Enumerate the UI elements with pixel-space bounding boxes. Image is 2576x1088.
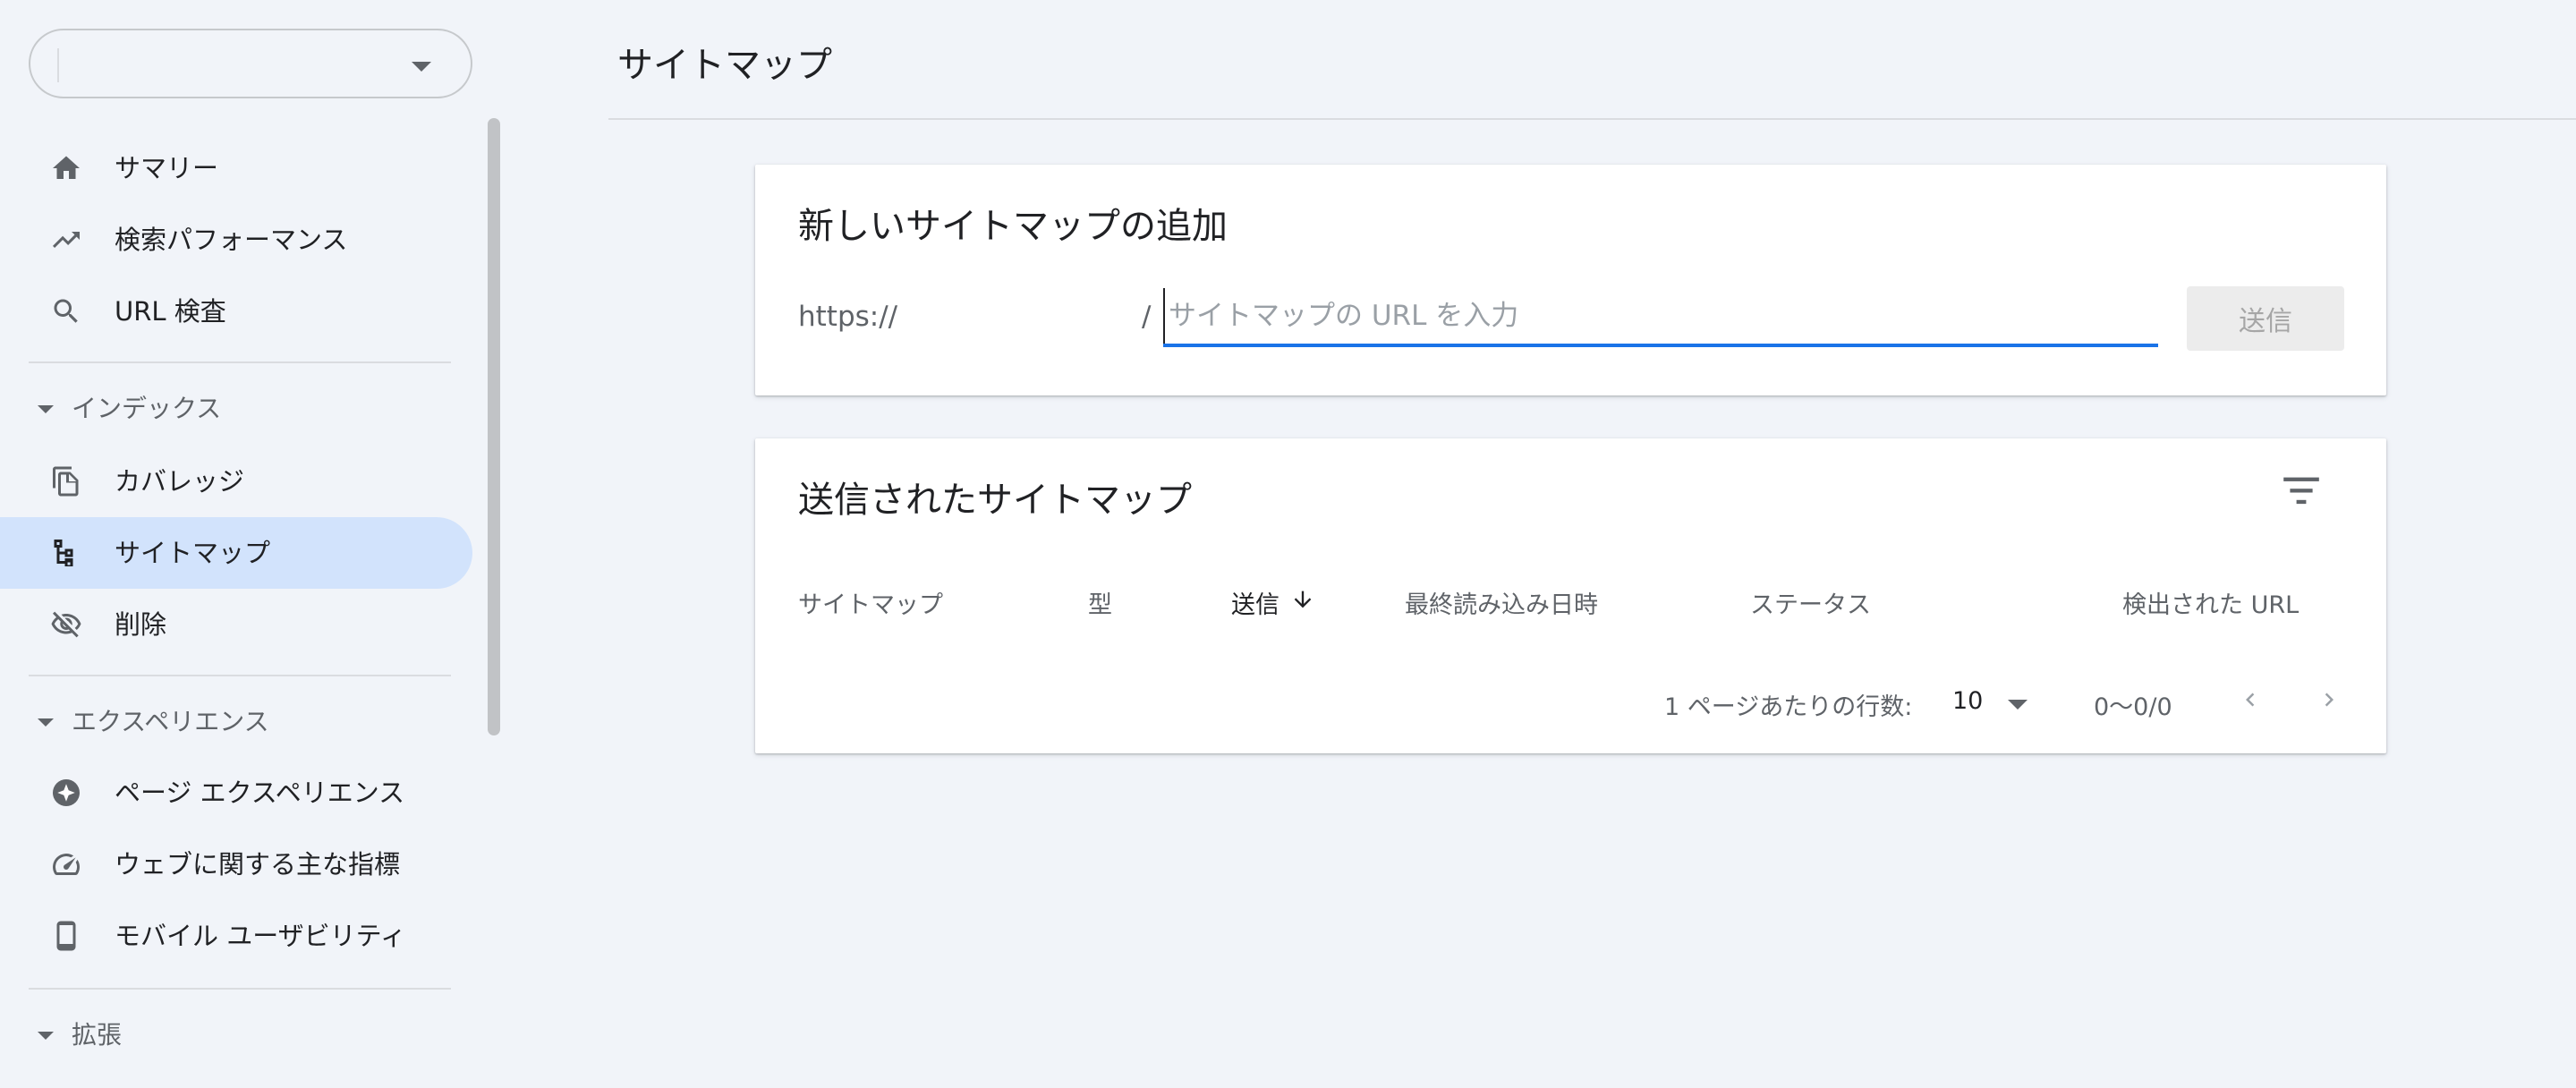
sitemap-icon bbox=[54, 540, 73, 566]
submitted-sitemaps-title: 送信されたサイトマップ bbox=[798, 480, 1192, 521]
add-sitemap-title: 新しいサイトマップの追加 bbox=[798, 206, 1228, 247]
sidebar-item-url-inspection[interactable]: URL 検査 bbox=[0, 276, 472, 347]
sidebar-item-summary[interactable]: サマリー bbox=[0, 132, 472, 204]
visibility-off-icon bbox=[51, 611, 81, 638]
column-header-sitemap[interactable]: サイトマップ bbox=[798, 585, 943, 620]
property-selector-value bbox=[57, 48, 59, 82]
arrow-down-icon[interactable] bbox=[1290, 585, 1315, 614]
section-label: インデックス bbox=[72, 394, 222, 423]
url-prefix: https:// bbox=[798, 301, 898, 333]
sidebar-item-label: サマリー bbox=[115, 153, 219, 183]
section-label: 拡張 bbox=[72, 1020, 123, 1050]
header-divider bbox=[608, 118, 2576, 120]
trending-up-icon bbox=[53, 232, 80, 248]
sidebar-item-label: 検索パフォーマンス bbox=[115, 225, 348, 255]
sidebar-item-performance[interactable]: 検索パフォーマンス bbox=[0, 204, 472, 276]
sidebar-divider bbox=[29, 361, 451, 363]
page-title: サイトマップ bbox=[617, 45, 832, 86]
column-header-last-read[interactable]: 最終読み込み日時 bbox=[1405, 585, 1598, 620]
sidebar-divider bbox=[29, 675, 451, 676]
sidebar-item-label: カバレッジ bbox=[115, 466, 245, 497]
chevron-down-icon[interactable] bbox=[2008, 700, 2028, 710]
sidebar-item-coverage[interactable]: カバレッジ bbox=[0, 446, 472, 517]
sitemap-url-input[interactable] bbox=[1163, 288, 2158, 344]
sidebar-item-label: URL 検査 bbox=[115, 296, 226, 327]
copy-pages-icon bbox=[53, 466, 79, 497]
collapse-triangle-icon bbox=[38, 1032, 54, 1040]
sidebar-item-label: サイトマップ bbox=[115, 538, 271, 568]
home-icon bbox=[53, 156, 80, 179]
collapse-triangle-icon bbox=[38, 718, 54, 727]
speed-gauge-icon bbox=[53, 854, 80, 875]
sidebar-item-label: ウェブに関する主な指標 bbox=[115, 849, 401, 880]
url-slash: / bbox=[1142, 301, 1152, 333]
sidebar-item-label: 削除 bbox=[115, 609, 167, 640]
filter-icon[interactable] bbox=[2282, 474, 2321, 506]
smartphone-icon bbox=[56, 921, 76, 951]
column-header-status[interactable]: ステータス bbox=[1750, 585, 1871, 620]
column-header-type[interactable]: 型 bbox=[1088, 585, 1112, 620]
sitemap-url-field bbox=[1163, 288, 2158, 347]
chevron-down-icon bbox=[412, 62, 431, 72]
sidebar-item-removals[interactable]: 削除 bbox=[0, 589, 472, 660]
sidebar-item-page-experience[interactable]: ページ エクスペリエンス bbox=[0, 757, 472, 829]
search-icon bbox=[54, 299, 78, 323]
sidebar-section-experience[interactable]: エクスペリエンス bbox=[0, 691, 472, 753]
column-header-submitted[interactable]: 送信 bbox=[1231, 585, 1279, 620]
submit-button[interactable]: 送信 bbox=[2187, 286, 2344, 351]
column-header-discovered-urls[interactable]: 検出された URL bbox=[2122, 585, 2299, 620]
sidebar-scrollbar[interactable] bbox=[488, 118, 500, 735]
chevron-left-icon[interactable] bbox=[2237, 684, 2264, 716]
sidebar-section-index[interactable]: インデックス bbox=[0, 378, 472, 440]
rows-per-page-select[interactable]: 10 bbox=[1952, 687, 1983, 715]
sidebar-item-label: ページ エクスペリエンス bbox=[115, 778, 405, 808]
collapse-triangle-icon bbox=[38, 405, 54, 413]
sidebar: サマリー 検索パフォーマンス URL 検査 インデックス カバレッジ サイトマッ… bbox=[0, 0, 501, 1088]
submitted-sitemaps-card: 送信されたサイトマップ サイトマップ 型 送信 最終読み込み日時 ステータス 検… bbox=[755, 438, 2386, 753]
sidebar-item-label: モバイル ユーザビリティ bbox=[115, 921, 406, 951]
rows-per-page-label: 1 ページあたりの行数: bbox=[1664, 693, 1913, 721]
add-sitemap-card: 新しいサイトマップの追加 https:// / 送信 bbox=[755, 165, 2386, 395]
page-experience-icon bbox=[53, 779, 80, 806]
sidebar-section-enhancements[interactable]: 拡張 bbox=[0, 1004, 472, 1067]
property-selector[interactable] bbox=[29, 29, 472, 98]
section-label: エクスペリエンス bbox=[72, 707, 269, 736]
sidebar-item-core-web-vitals[interactable]: ウェブに関する主な指標 bbox=[0, 829, 472, 900]
sidebar-item-mobile-usability[interactable]: モバイル ユーザビリティ bbox=[0, 900, 472, 972]
sidebar-divider bbox=[29, 988, 451, 990]
chevron-right-icon[interactable] bbox=[2316, 684, 2342, 716]
app-root: サマリー 検索パフォーマンス URL 検査 インデックス カバレッジ サイトマッ… bbox=[0, 0, 2576, 1088]
sidebar-item-sitemaps[interactable]: サイトマップ bbox=[0, 517, 472, 589]
pagination-range: 0〜0/0 bbox=[2094, 693, 2172, 721]
